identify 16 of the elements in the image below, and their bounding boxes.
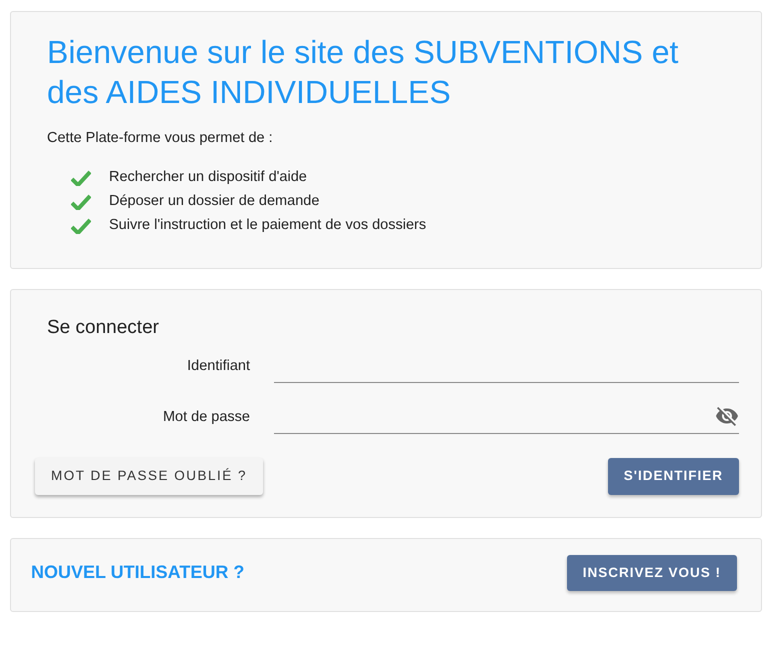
field-label: Mot de passe [162, 408, 250, 428]
field-label: Identifiant [186, 357, 250, 376]
check-icon [71, 170, 91, 186]
welcome-title: Bienvenue sur le site des SUBVENTIONS et des AIDES INDIVIDUELLES [47, 33, 680, 112]
feature-text: Suivre l'instruction et le paiement de vos dossiers [109, 216, 426, 235]
signup-button[interactable]: INSCRIVEZ VOUS ! [566, 554, 737, 591]
forgot-password-button[interactable]: MOT DE PASSE OUBLIÉ ? [35, 458, 264, 494]
eye-slash-icon[interactable] [715, 404, 739, 428]
feature-text: Déposer un dossier de demande [109, 192, 320, 211]
login-title: Se connecter [47, 316, 159, 340]
feature-text: Rechercher un dispositif d'aide [109, 168, 307, 187]
check-icon [71, 218, 91, 234]
login-button[interactable]: S'IDENTIFIER [608, 458, 739, 494]
new-user-heading: NOUVEL UTILISATEUR ? [31, 561, 244, 584]
intro-text: Cette Plate-forme vous permet de : [47, 129, 274, 148]
check-icon [71, 194, 91, 210]
